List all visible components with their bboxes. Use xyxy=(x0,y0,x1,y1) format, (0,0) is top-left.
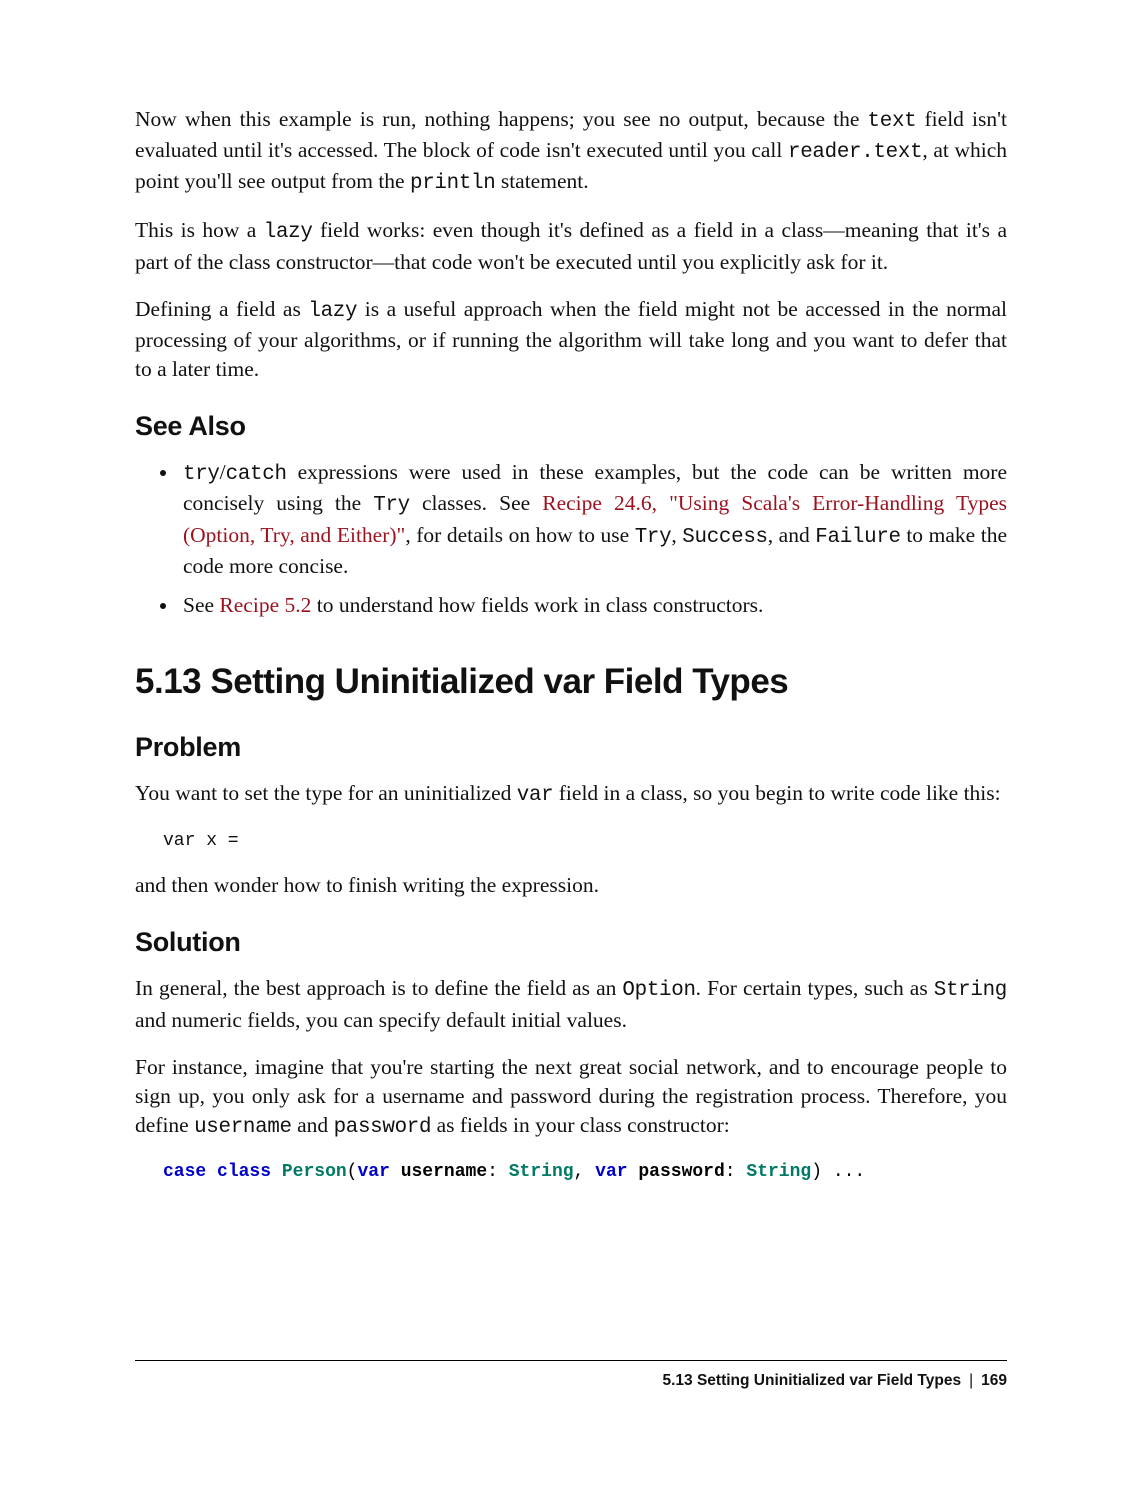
kw-case: case xyxy=(163,1162,206,1182)
list-item: See Recipe 5.2 to understand how fields … xyxy=(179,591,1007,620)
inline-code: Failure xyxy=(815,526,900,549)
type-string: String xyxy=(746,1162,811,1182)
footer-separator: | xyxy=(969,1372,973,1389)
text-run: This is how a xyxy=(135,218,264,242)
text-run: , xyxy=(671,523,682,547)
body-paragraph: Now when this example is run, nothing ha… xyxy=(135,105,1007,198)
kw-class: class xyxy=(217,1162,271,1182)
footer-chapter-title: 5.13 Setting Uninitialized var Field Typ… xyxy=(662,1372,961,1389)
body-paragraph: You want to set the type for an uninitia… xyxy=(135,779,1007,810)
inline-code: String xyxy=(934,979,1007,1002)
body-paragraph: For instance, imagine that you're starti… xyxy=(135,1053,1007,1142)
body-paragraph: and then wonder how to finish writing th… xyxy=(135,871,1007,900)
inline-code: var xyxy=(517,784,554,807)
text-run: field in a class, so you begin to write … xyxy=(553,781,1000,805)
paren: ) ... xyxy=(811,1162,865,1182)
text-run: and xyxy=(292,1113,334,1137)
list-item: try/catch expressions were used in these… xyxy=(179,458,1007,580)
text-run: classes. See xyxy=(410,491,542,515)
identifier: username xyxy=(401,1162,487,1182)
see-also-heading: See Also xyxy=(135,408,1007,444)
syntax-code-block: case class Person(var username: String, … xyxy=(163,1160,1007,1184)
inline-code: println xyxy=(410,172,495,195)
inline-code: Option xyxy=(622,979,695,1002)
code-block: var x = xyxy=(163,829,1007,853)
xref-link-recipe-5-2[interactable]: Recipe 5.2 xyxy=(219,593,311,617)
identifier: password xyxy=(638,1162,724,1182)
text-run: Now when this example is run, nothing ha… xyxy=(135,107,868,131)
inline-code: Try xyxy=(373,494,410,517)
type-person: Person xyxy=(282,1162,347,1182)
inline-code: lazy xyxy=(308,300,357,323)
inline-code: Try xyxy=(635,526,672,549)
inline-code: reader.text xyxy=(788,141,922,164)
text-run: . For certain types, such as xyxy=(696,976,934,1000)
inline-code: text xyxy=(868,110,917,133)
text-run: and numeric fields, you can specify defa… xyxy=(135,1008,627,1032)
inline-code: try xyxy=(183,463,220,486)
text-run: as fields in your class constructor: xyxy=(431,1113,730,1137)
kw-var: var xyxy=(595,1162,627,1182)
section-heading: 5.13 Setting Uninitialized var Field Typ… xyxy=(135,658,1007,705)
solution-heading: Solution xyxy=(135,924,1007,960)
type-string: String xyxy=(509,1162,574,1182)
text-run: Defining a field as xyxy=(135,297,308,321)
body-paragraph: In general, the best approach is to defi… xyxy=(135,974,1007,1034)
paren: ( xyxy=(347,1162,358,1182)
inline-code: Suc​cess xyxy=(682,526,767,549)
kw-var: var xyxy=(357,1162,389,1182)
body-paragraph: Defining a field as lazy is a useful app… xyxy=(135,295,1007,384)
see-also-list: try/catch expressions were used in these… xyxy=(135,458,1007,620)
footer-page-number: 169 xyxy=(981,1372,1007,1389)
text-run: See xyxy=(183,593,219,617)
body-paragraph: This is how a lazy field works: even tho… xyxy=(135,216,1007,276)
text-run: , and xyxy=(768,523,816,547)
problem-heading: Problem xyxy=(135,729,1007,765)
text-run: You want to set the type for an uninitia… xyxy=(135,781,517,805)
text-run: , for details on how to use xyxy=(405,523,634,547)
text-run: In general, the best approach is to defi… xyxy=(135,976,622,1000)
text-run: to understand how fields work in class c… xyxy=(311,593,763,617)
page-footer: 5.13 Setting Uninitialized var Field Typ… xyxy=(135,1360,1007,1392)
book-page: Now when this example is run, nothing ha… xyxy=(0,0,1142,1500)
inline-code: username xyxy=(194,1116,292,1139)
inline-code: catch xyxy=(226,463,287,486)
inline-code: password xyxy=(334,1116,432,1139)
inline-code: lazy xyxy=(264,221,313,244)
text-run: statement. xyxy=(495,169,588,193)
